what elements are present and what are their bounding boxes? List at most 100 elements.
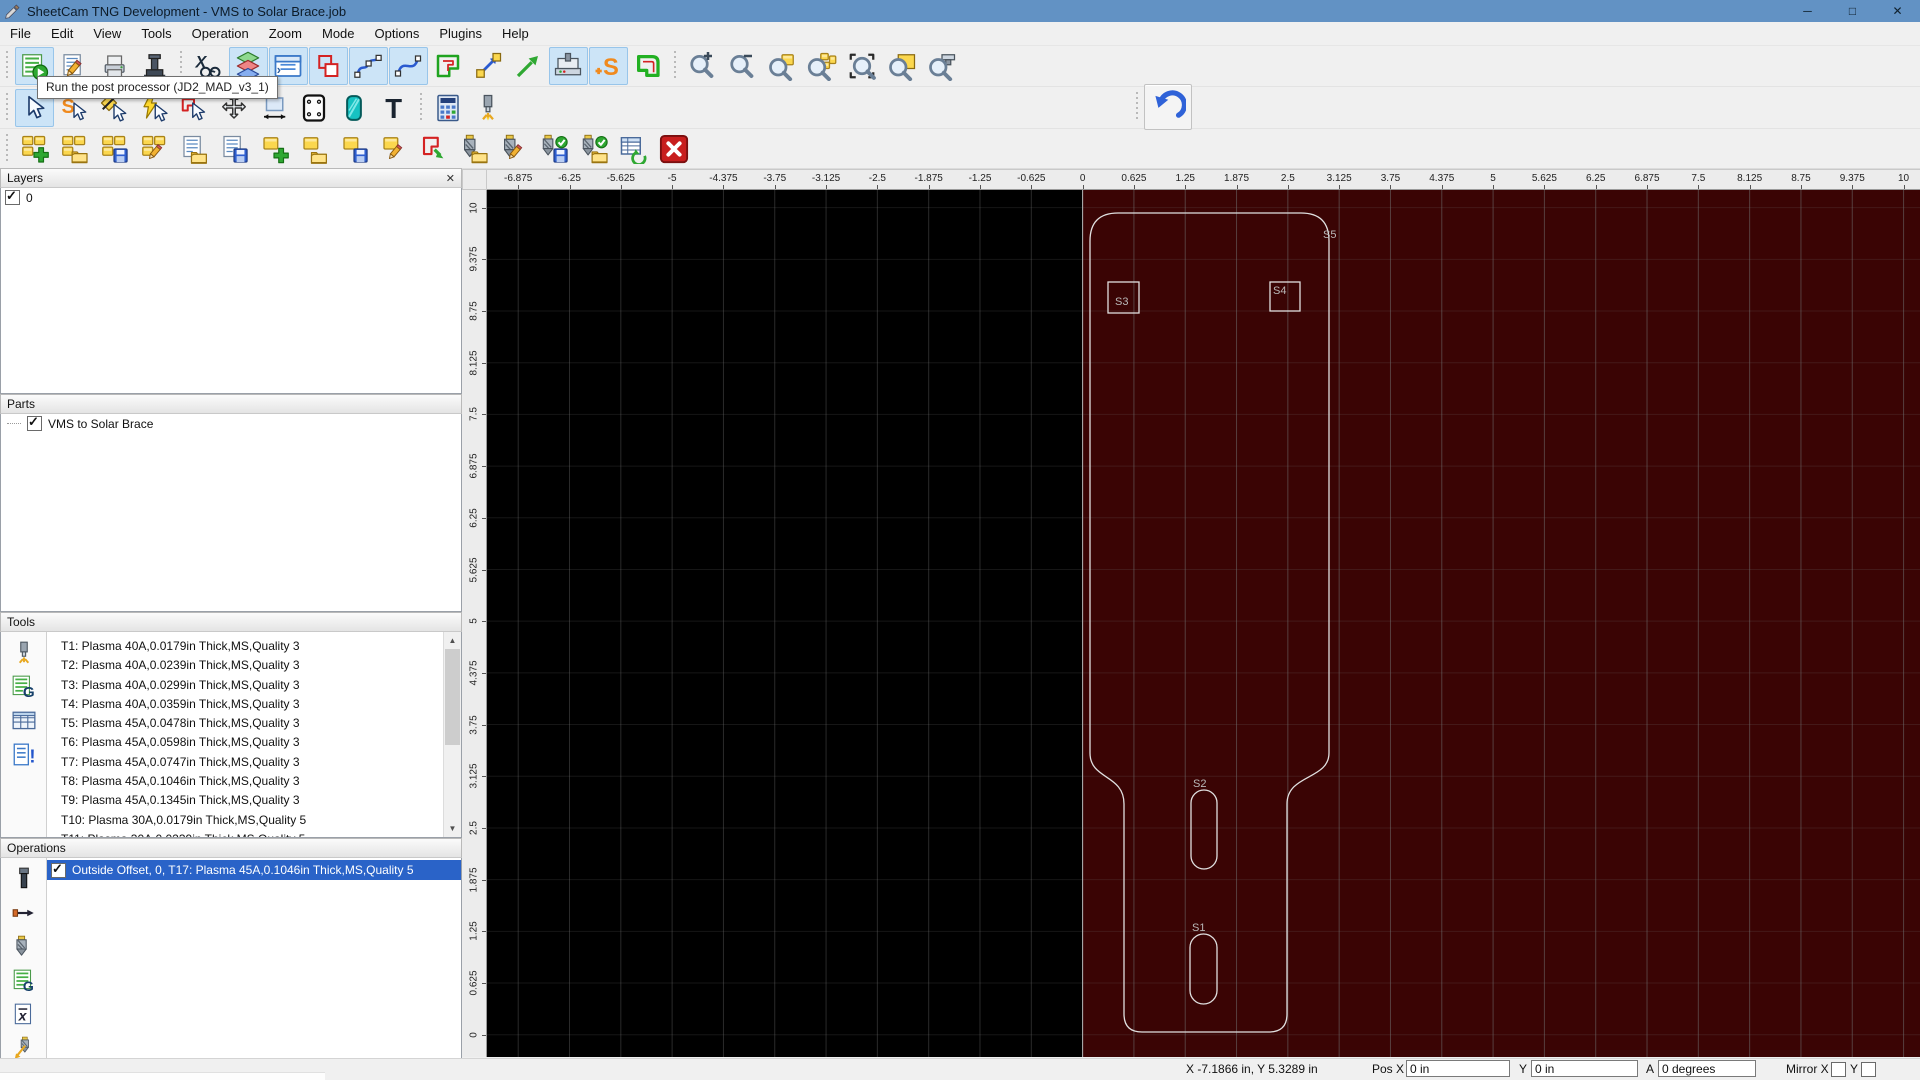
toolbar-grip[interactable] [418,93,425,123]
maximize-button[interactable]: □ [1830,0,1875,22]
scroll-up-icon[interactable]: ▲ [444,632,461,649]
open-drawing-button[interactable] [175,130,214,168]
open-toolset-button[interactable] [455,130,494,168]
tool-list-item[interactable]: T4: Plasma 40A,0.0359in Thick,MS,Quality… [47,695,444,714]
calculator-button[interactable] [429,89,468,127]
minimize-button[interactable]: ─ [1785,0,1830,22]
list-item[interactable]: VMS to Solar Brace [1,414,461,433]
tool-list-item[interactable]: T1: Plasma 40A,0.0179in Thick,MS,Quality… [47,637,444,656]
menu-item-zoom[interactable]: Zoom [259,23,312,44]
tool-list-item[interactable]: T10: Plasma 30A,0.0179in Thick,MS,Qualit… [47,811,444,830]
open-part-button[interactable] [295,130,334,168]
edit-part-button[interactable] [375,130,414,168]
toolbar-grip[interactable] [672,51,679,81]
add-part-button[interactable] [255,130,294,168]
torch-icon[interactable] [6,636,42,670]
menu-item-file[interactable]: File [0,23,41,44]
menu-item-tools[interactable]: Tools [131,23,181,44]
tools-scrollbar[interactable]: ▲ ▼ [443,632,461,837]
toolbar-grip[interactable] [1134,92,1141,122]
layers-close-icon[interactable]: ✕ [446,172,455,185]
delete-button[interactable] [655,130,694,168]
undo-button[interactable] [1144,84,1192,130]
zoom-machine-button[interactable] [923,47,962,85]
scroll-down-icon[interactable]: ▼ [444,820,461,837]
insert-operation-icon[interactable] [6,862,42,896]
zoom-in-button[interactable] [683,47,722,85]
tool-list-item[interactable]: T8: Plasma 45A,0.1046in Thick,MS,Quality… [47,772,444,791]
title-bar[interactable]: SheetCam TNG Development - VMS to Solar … [0,0,1920,22]
toolbar-grip[interactable] [4,93,11,123]
zoom-part-button[interactable] [763,47,802,85]
save-part-button[interactable] [335,130,374,168]
tool-warning-icon[interactable]: ! [6,738,42,772]
zoom-extents-button[interactable] [843,47,882,85]
import-drawing-button[interactable] [415,130,454,168]
variables-operation-icon[interactable]: x [6,998,42,1032]
menu-item-edit[interactable]: Edit [41,23,83,44]
toolbar-grip[interactable] [4,134,11,164]
operation-checkbox[interactable] [51,863,66,878]
layers-panel-caption[interactable]: Layers ✕ [0,168,462,188]
zoom-out-button[interactable] [723,47,762,85]
show-cut-direction-button[interactable] [509,47,548,85]
angle-input[interactable]: 0 degrees [1658,1060,1756,1077]
save-job-button[interactable] [95,130,134,168]
tool-list-item[interactable]: T9: Plasma 45A,0.1345in Thick,MS,Quality… [47,791,444,810]
edit-sheet-button[interactable] [295,89,334,127]
show-parts-button[interactable] [309,47,348,85]
zoom-sheet-button[interactable] [883,47,922,85]
save-drawing-button[interactable] [215,130,254,168]
tool-list-item[interactable]: T5: Plasma 45A,0.0478in Thick,MS,Quality… [47,714,444,733]
tools-panel-caption[interactable]: Tools [0,612,462,632]
menu-item-mode[interactable]: Mode [312,23,365,44]
tool-list-item[interactable]: T7: Plasma 45A,0.0747in Thick,MS,Quality… [47,753,444,772]
drawing-canvas[interactable]: S5 S3 S4 S2 S1 [487,190,1920,1057]
menu-item-plugins[interactable]: Plugins [429,23,492,44]
zoom-all-parts-button[interactable] [803,47,842,85]
load-default-tools-button[interactable] [575,130,614,168]
item-checkbox[interactable] [5,190,20,205]
show-contours-button[interactable] [429,47,468,85]
toolbar-grip[interactable] [4,51,11,81]
menu-item-view[interactable]: View [83,23,131,44]
mirror-y-checkbox[interactable] [1861,1062,1876,1077]
edit-job-button[interactable] [135,130,174,168]
open-job-button[interactable] [55,130,94,168]
show-start-points-button[interactable]: S [589,47,628,85]
move-operation-icon[interactable] [6,896,42,930]
show-part-outline-button[interactable] [629,47,668,85]
save-toolset-button[interactable] [535,130,574,168]
add-text-button[interactable]: T [375,89,414,127]
pos-y-input[interactable]: 0 in [1531,1060,1638,1077]
parts-panel-caption[interactable]: Parts [0,394,462,414]
show-rapids-button[interactable] [469,47,508,85]
tool-list-item[interactable]: T6: Plasma 45A,0.0598in Thick,MS,Quality… [47,733,444,752]
tool-list-item[interactable]: T2: Plasma 40A,0.0239in Thick,MS,Quality… [47,656,444,675]
drill-operation-icon[interactable] [6,930,42,964]
item-checkbox[interactable] [27,416,42,431]
torch-settings-button[interactable] [469,89,508,127]
operations-panel-caption[interactable]: Operations [0,838,462,858]
close-button[interactable]: ✕ [1875,0,1920,22]
simulate-machine-button[interactable] [549,47,588,85]
tool-list-item[interactable]: T3: Plasma 40A,0.0299in Thick,MS,Quality… [47,676,444,695]
edit-tools-button[interactable] [495,130,534,168]
refresh-table-button[interactable] [615,130,654,168]
operation-list-item[interactable]: Outside Offset, 0, T17: Plasma 45A,0.104… [47,860,461,880]
tool-list-item[interactable]: T11: Plasma 30A,0.0239in Thick,MS,Qualit… [47,830,444,837]
show-toolpaths-button[interactable] [349,47,388,85]
list-item[interactable]: 0 [1,188,461,207]
menu-item-help[interactable]: Help [492,23,539,44]
scrollbar-thumb[interactable] [445,649,460,745]
pos-x-input[interactable]: 0 in [1406,1060,1510,1077]
menu-item-options[interactable]: Options [365,23,430,44]
show-splines-button[interactable] [389,47,428,85]
menu-item-operation[interactable]: Operation [182,23,259,44]
gcode-list-icon[interactable]: G [6,670,42,704]
new-job-button[interactable] [15,130,54,168]
gcode-operation-icon[interactable]: G [6,964,42,998]
tool-table-icon[interactable] [6,704,42,738]
edit-material-button[interactable] [335,89,374,127]
mirror-x-checkbox[interactable] [1831,1062,1846,1077]
